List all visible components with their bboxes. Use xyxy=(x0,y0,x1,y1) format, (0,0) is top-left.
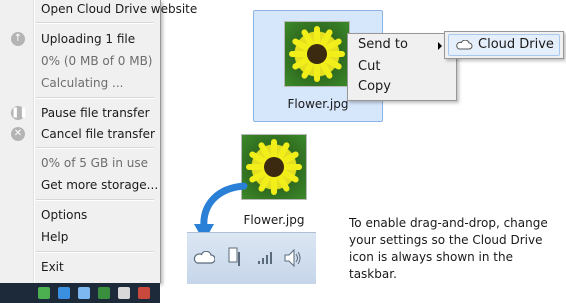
pause-transfer-menu-item[interactable]: Pause file transfer xyxy=(41,104,150,122)
menu-gutter xyxy=(33,0,35,283)
volume-icon[interactable] xyxy=(283,248,303,268)
flower-thumbnail xyxy=(284,21,350,87)
submenu-arrow-icon xyxy=(438,42,442,50)
cancel-icon: ✕ xyxy=(11,127,25,141)
taskbar xyxy=(0,283,160,303)
menu-separator xyxy=(36,97,154,99)
tray-context-menu: Open Cloud Drive website ↑ Uploading 1 f… xyxy=(0,0,197,283)
drag-drop-instruction-text: To enable drag-and-drop, change your set… xyxy=(349,216,548,281)
storage-usage-text: 0% of 5 GB in use xyxy=(41,156,149,170)
calculating-text: Calculating ... xyxy=(41,76,124,90)
cloud-icon xyxy=(456,40,473,50)
uploading-status-item: Uploading 1 file xyxy=(41,32,136,46)
dragged-file xyxy=(241,134,307,200)
notification-area xyxy=(187,232,316,284)
taskbar-app-icon[interactable] xyxy=(138,287,150,299)
menu-separator xyxy=(36,22,154,24)
taskbar-app-icon[interactable] xyxy=(38,287,50,299)
options-menu-item[interactable]: Options xyxy=(41,206,87,224)
send-to-submenu: Cloud Drive xyxy=(444,31,564,59)
taskbar-app-icon[interactable] xyxy=(118,287,130,299)
cloud-drive-label: Cloud Drive xyxy=(478,37,554,52)
cloud-drive-tray-icon[interactable] xyxy=(193,251,215,264)
flower-thumbnail xyxy=(241,134,307,200)
cancel-transfer-menu-item[interactable]: Cancel file transfer xyxy=(41,125,155,143)
power-plug-icon[interactable] xyxy=(227,246,243,268)
get-more-storage-menu-item[interactable]: Get more storage... xyxy=(41,176,158,194)
taskbar-app-icon[interactable] xyxy=(98,287,110,299)
menu-separator xyxy=(36,251,154,253)
open-website-menu-item[interactable]: Open Cloud Drive website xyxy=(41,0,197,18)
send-to-menu-item[interactable]: Send to xyxy=(358,35,408,55)
menu-separator xyxy=(36,147,154,149)
exit-menu-item[interactable]: Exit xyxy=(41,258,64,276)
taskbar-app-icon[interactable] xyxy=(78,287,90,299)
pause-icon: ❚❚ xyxy=(11,106,28,120)
cloud-drive-submenu-item[interactable]: Cloud Drive xyxy=(448,34,560,56)
upload-progress-text: 0% (0 MB of 0 MB) xyxy=(41,54,153,68)
menu-separator xyxy=(36,199,154,201)
network-signal-icon[interactable] xyxy=(257,251,273,265)
taskbar-app-icon[interactable] xyxy=(58,287,70,299)
explorer-context-menu: Send to Cut Copy xyxy=(347,33,457,101)
cut-menu-item[interactable]: Cut xyxy=(358,57,380,77)
copy-menu-item[interactable]: Copy xyxy=(358,77,391,97)
help-menu-item[interactable]: Help xyxy=(41,228,68,246)
upload-arrow-icon: ↑ xyxy=(11,32,25,46)
